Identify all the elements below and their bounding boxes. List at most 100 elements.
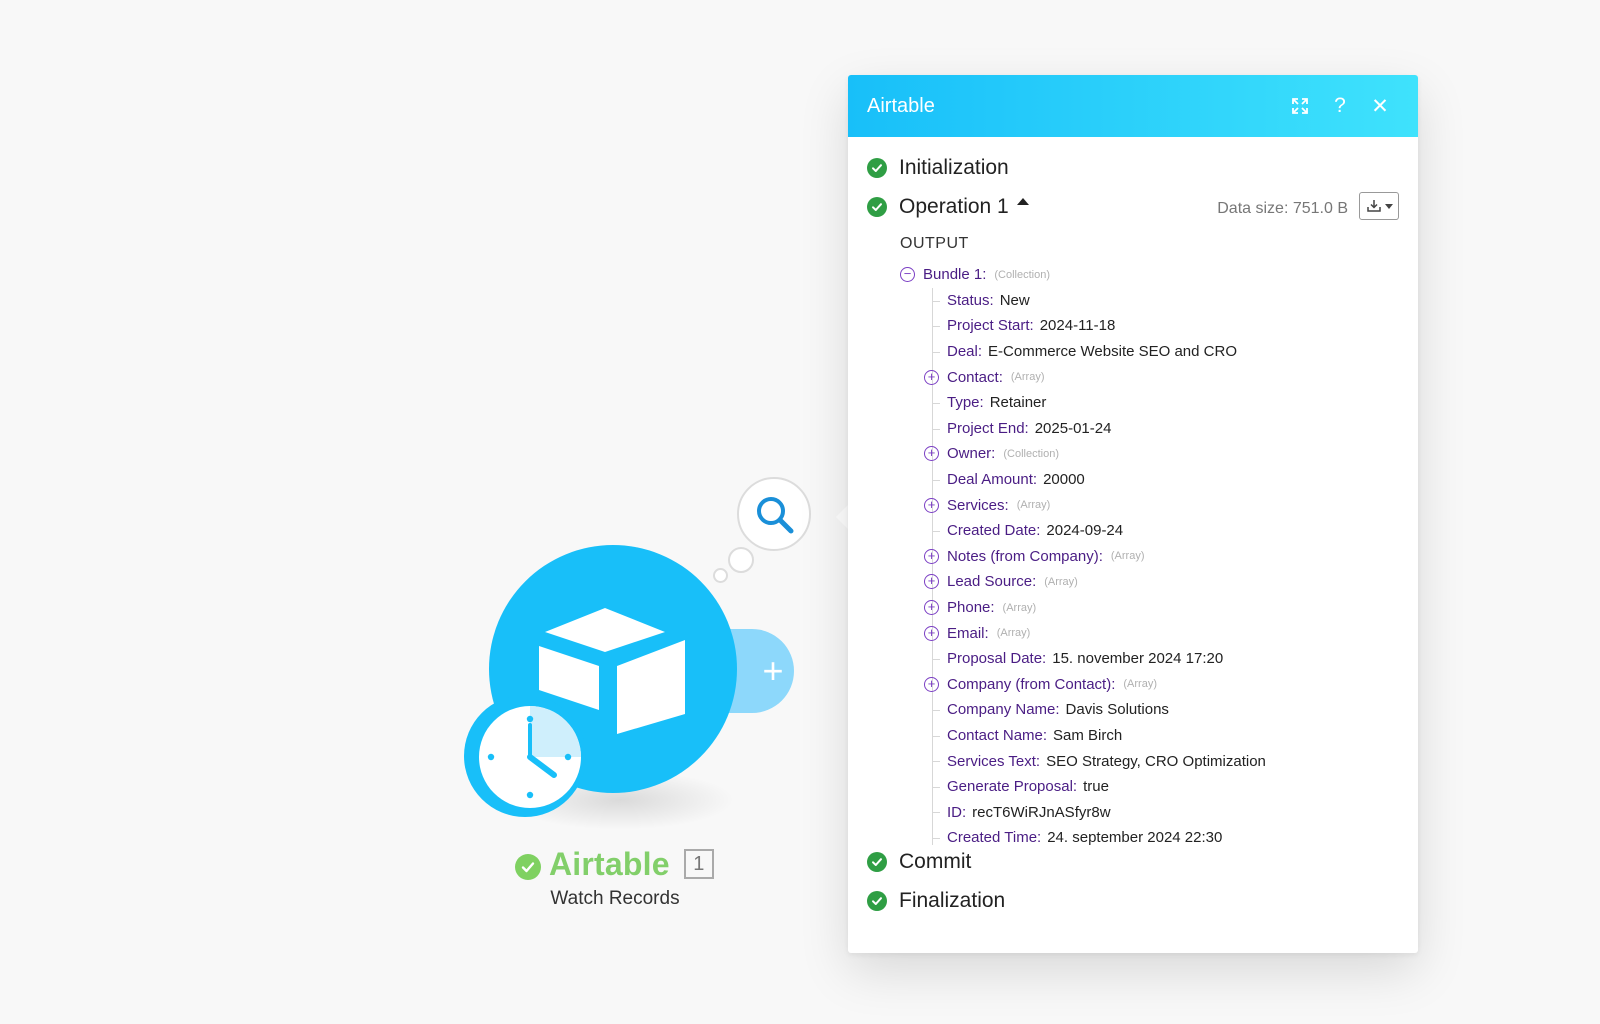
tree-connector bbox=[932, 300, 940, 302]
field-value: SEO Strategy, CRO Optimization bbox=[1046, 752, 1266, 770]
tree-connector bbox=[932, 710, 940, 712]
expand-plus-icon[interactable]: + bbox=[924, 446, 939, 462]
field-key: Proposal Date: bbox=[947, 650, 1047, 668]
field-value: 20000 bbox=[1043, 471, 1085, 489]
run-count-badge[interactable]: 1 bbox=[683, 849, 714, 879]
caret-up-icon[interactable] bbox=[1016, 197, 1029, 205]
download-icon bbox=[1366, 200, 1381, 212]
bundle-field-row[interactable]: + Contact: (Array) bbox=[900, 364, 1400, 390]
field-key: Email: bbox=[947, 624, 989, 642]
output-tree: − Bundle 1: (Collection) Status: New Proje… bbox=[900, 262, 1400, 851]
field-key: Contact: bbox=[947, 368, 1003, 386]
plus-icon[interactable]: + bbox=[755, 653, 791, 689]
bundle-field-row[interactable]: Deal: E-Commerce Website SEO and CRO bbox=[900, 339, 1400, 365]
help-icon[interactable]: ? bbox=[1320, 86, 1360, 126]
bundle-field-row[interactable]: + Lead Source: (Array) bbox=[900, 569, 1400, 595]
tree-connector bbox=[932, 658, 940, 660]
field-key: Company (from Contact): bbox=[947, 675, 1116, 693]
field-value: New bbox=[999, 291, 1030, 309]
airtable-module[interactable]: + Airtable 1 Watch Records bbox=[0, 0, 820, 1024]
field-value: 15. november 2024 17:20 bbox=[1052, 650, 1224, 668]
field-type: (Array) bbox=[1016, 499, 1051, 512]
stage-label: Operation 1 bbox=[899, 195, 1009, 218]
field-type: (Collection) bbox=[1003, 447, 1059, 460]
close-icon[interactable]: ✕ bbox=[1360, 86, 1400, 126]
bundle-field-row[interactable]: Generate Proposal: true bbox=[900, 774, 1400, 800]
expand-plus-icon[interactable]: + bbox=[924, 574, 939, 590]
bundle-field-row[interactable]: + Phone: (Array) bbox=[900, 595, 1400, 621]
field-value: E-Commerce Website SEO and CRO bbox=[988, 343, 1237, 361]
panel-title: Airtable bbox=[867, 94, 935, 117]
field-key: Company Name: bbox=[947, 701, 1060, 719]
field-value: Sam Birch bbox=[1053, 726, 1123, 744]
field-key: Phone: bbox=[947, 599, 995, 617]
bundle-field-row[interactable]: Services Text: SEO Strategy, CRO Optimiza… bbox=[900, 748, 1400, 774]
operation-inspector-panel: Airtable ? ✕ Initialization Operation 1 … bbox=[848, 75, 1418, 953]
expand-plus-icon[interactable]: + bbox=[924, 497, 939, 513]
bundle-field-row[interactable]: + Services: (Array) bbox=[900, 492, 1400, 518]
bundle-field-row[interactable]: + Owner: (Collection) bbox=[900, 441, 1400, 467]
stage-commit[interactable]: Commit bbox=[867, 847, 971, 877]
thought-bubble-dot bbox=[713, 568, 728, 583]
bundle-field-row[interactable]: + Company (from Contact): (Array) bbox=[900, 672, 1400, 698]
field-key: Owner: bbox=[947, 445, 996, 463]
panel-pointer bbox=[836, 505, 848, 529]
stage-finalization[interactable]: Finalization bbox=[867, 886, 1005, 916]
expand-plus-icon[interactable]: + bbox=[924, 369, 939, 385]
tree-connector bbox=[932, 326, 940, 328]
field-value: 2024-11-18 bbox=[1039, 317, 1116, 335]
bundle-field-row[interactable]: Deal Amount: 20000 bbox=[900, 467, 1400, 493]
bundle-row[interactable]: − Bundle 1: (Collection) bbox=[900, 262, 1400, 288]
clock-icon bbox=[464, 695, 586, 817]
field-type: (Array) bbox=[1002, 601, 1037, 614]
field-key: Deal: bbox=[947, 343, 983, 361]
bundle-field-row[interactable]: Created Date: 2024-09-24 bbox=[900, 518, 1400, 544]
bundle-field-row[interactable]: + Email: (Array) bbox=[900, 620, 1400, 646]
stage-initialization[interactable]: Initialization bbox=[867, 153, 1009, 183]
tree-connector bbox=[932, 838, 940, 840]
field-key: Created Time: bbox=[947, 829, 1042, 847]
bundle-field-row[interactable]: Project Start: 2024-11-18 bbox=[900, 313, 1400, 339]
field-key: Services: bbox=[947, 496, 1009, 514]
output-label: OUTPUT bbox=[900, 235, 969, 252]
expand-plus-icon[interactable]: + bbox=[924, 625, 939, 641]
check-icon bbox=[867, 891, 887, 911]
field-type: (Array) bbox=[1044, 575, 1078, 588]
tree-connector bbox=[932, 351, 940, 353]
field-value: 24. september 2024 22:30 bbox=[1047, 829, 1223, 847]
bundle-field-row[interactable]: Company Name: Davis Solutions bbox=[900, 697, 1400, 723]
field-key: ID: bbox=[947, 803, 967, 821]
field-key: Created Date: bbox=[947, 522, 1041, 540]
expand-plus-icon[interactable]: + bbox=[924, 600, 939, 616]
field-key: Project Start: bbox=[947, 317, 1034, 335]
search-icon[interactable] bbox=[753, 493, 797, 537]
stage-label: Commit bbox=[899, 850, 972, 873]
collapse-icon[interactable]: − bbox=[900, 267, 915, 283]
expand-plus-icon[interactable]: + bbox=[924, 548, 939, 564]
bundle-type: (Collection) bbox=[994, 268, 1051, 281]
field-value: 2024-09-24 bbox=[1046, 522, 1124, 540]
expand-plus-icon[interactable]: + bbox=[924, 676, 939, 692]
bundle-field-row[interactable]: Status: New bbox=[900, 288, 1400, 314]
field-type: (Array) bbox=[1123, 678, 1157, 691]
field-key: Contact Name: bbox=[947, 726, 1048, 744]
check-icon bbox=[867, 197, 887, 217]
bundle-field-row[interactable]: ID: recT6WiRJnASfyr8w bbox=[900, 799, 1400, 825]
field-key: Status: bbox=[947, 291, 994, 309]
bundle-field-row[interactable]: Project End: 2025-01-24 bbox=[900, 416, 1400, 442]
bundle-field-row[interactable]: Created Time: 24. september 2024 22:30 bbox=[900, 825, 1400, 851]
field-key: Type: bbox=[947, 394, 984, 412]
module-subtitle: Watch Records bbox=[550, 888, 680, 909]
tree-connector bbox=[932, 428, 940, 430]
stage-operation[interactable]: Operation 1 bbox=[867, 192, 1029, 222]
download-button[interactable] bbox=[1359, 192, 1399, 220]
field-key: Deal Amount: bbox=[947, 471, 1038, 489]
tree-connector bbox=[932, 761, 940, 763]
stage-label: Initialization bbox=[899, 156, 1009, 179]
field-value: Davis Solutions bbox=[1065, 701, 1169, 719]
expand-icon[interactable] bbox=[1280, 86, 1320, 126]
bundle-field-row[interactable]: Type: Retainer bbox=[900, 390, 1400, 416]
bundle-field-row[interactable]: + Notes (from Company): (Array) bbox=[900, 544, 1400, 570]
bundle-field-row[interactable]: Contact Name: Sam Birch bbox=[900, 723, 1400, 749]
bundle-field-row[interactable]: Proposal Date: 15. november 2024 17:20 bbox=[900, 646, 1400, 672]
